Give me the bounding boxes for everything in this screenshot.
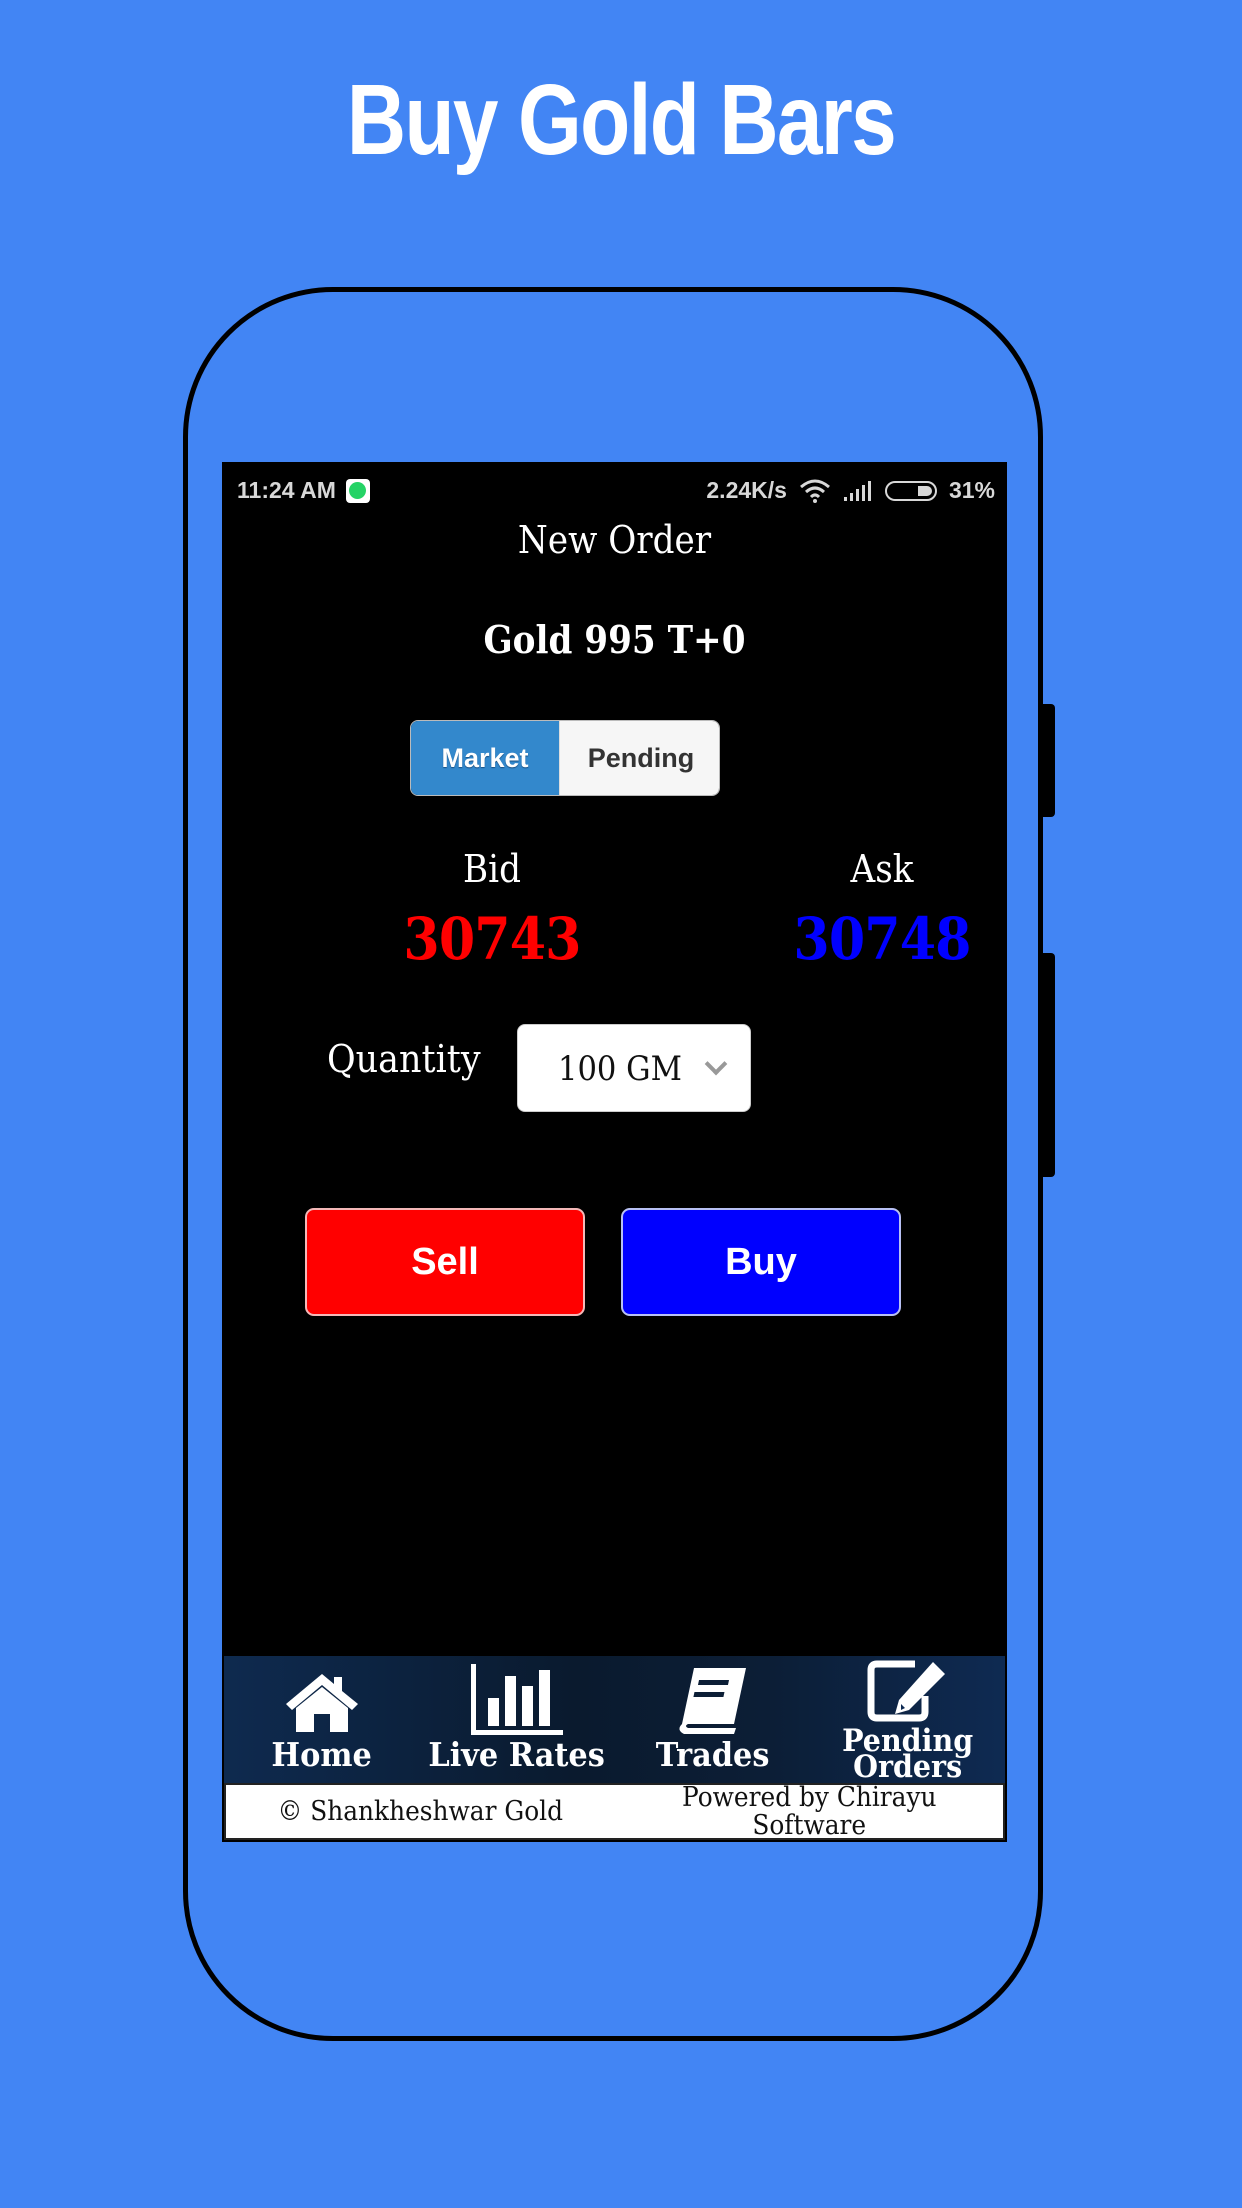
instrument-name: Gold 995 T+0 bbox=[483, 617, 746, 662]
bid-value: 30743 bbox=[403, 905, 581, 973]
signal-icon bbox=[843, 480, 871, 501]
nav-home-label: Home bbox=[271, 1735, 372, 1774]
quantity-select[interactable]: 100 GM bbox=[517, 1024, 751, 1112]
bar-chart-icon bbox=[470, 1664, 563, 1735]
home-icon bbox=[285, 1674, 358, 1732]
book-icon bbox=[679, 1668, 747, 1734]
buy-button[interactable]: Buy bbox=[621, 1208, 901, 1316]
edit-icon bbox=[867, 1660, 946, 1722]
ask-label: Ask bbox=[850, 847, 914, 891]
footer-copyright: © Shankheshwar Gold bbox=[277, 1795, 564, 1827]
ask-value: 30748 bbox=[793, 905, 971, 973]
app-screen: 11:24 AM 2.24K/s 31% New Order Gold 995 … bbox=[222, 462, 1007, 1842]
volume-button bbox=[1043, 704, 1055, 817]
nav-trades-label: Trades bbox=[655, 1735, 769, 1774]
nav-home[interactable]: Home bbox=[224, 1656, 419, 1783]
nav-pending-orders[interactable]: Pending Orders bbox=[810, 1656, 1005, 1783]
nav-live-rates-label: Live Rates bbox=[428, 1735, 606, 1774]
power-button bbox=[1043, 953, 1055, 1177]
order-type-toggle: Market Pending bbox=[410, 720, 720, 796]
battery-percent: 31% bbox=[948, 477, 995, 503]
tab-market[interactable]: Market bbox=[411, 721, 559, 795]
wifi-icon bbox=[799, 479, 830, 503]
tab-pending[interactable]: Pending bbox=[559, 721, 719, 795]
page-title: New Order bbox=[517, 518, 712, 562]
chevron-down-icon bbox=[704, 1052, 728, 1076]
sell-button[interactable]: Sell bbox=[305, 1208, 585, 1316]
battery-icon bbox=[884, 480, 937, 501]
nav-live-rates[interactable]: Live Rates bbox=[419, 1656, 614, 1783]
bid-label: Bid bbox=[463, 847, 521, 891]
quantity-value: 100 GM bbox=[558, 1049, 682, 1089]
ask-quote: Ask 30748 bbox=[732, 847, 1007, 973]
footer-powered-by: Powered by Chirayu Software bbox=[681, 1781, 936, 1841]
promo-title: Buy Gold Bars bbox=[346, 64, 897, 176]
nav-trades[interactable]: Trades bbox=[615, 1656, 810, 1783]
nav-pending-orders-label: Pending Orders bbox=[841, 1723, 973, 1785]
bid-quote: Bid 30743 bbox=[342, 847, 642, 973]
whatsapp-icon bbox=[345, 478, 370, 503]
network-speed: 2.24K/s bbox=[706, 477, 787, 503]
bottom-nav: Home Live Rates Trades Pending Orders bbox=[224, 1656, 1005, 1783]
status-time: 11:24 AM bbox=[237, 477, 336, 503]
quantity-label: Quantity bbox=[327, 1037, 481, 1081]
footer: © Shankheshwar Gold Powered by Chirayu S… bbox=[224, 1783, 1005, 1840]
status-bar: 11:24 AM 2.24K/s 31% bbox=[222, 462, 1007, 518]
